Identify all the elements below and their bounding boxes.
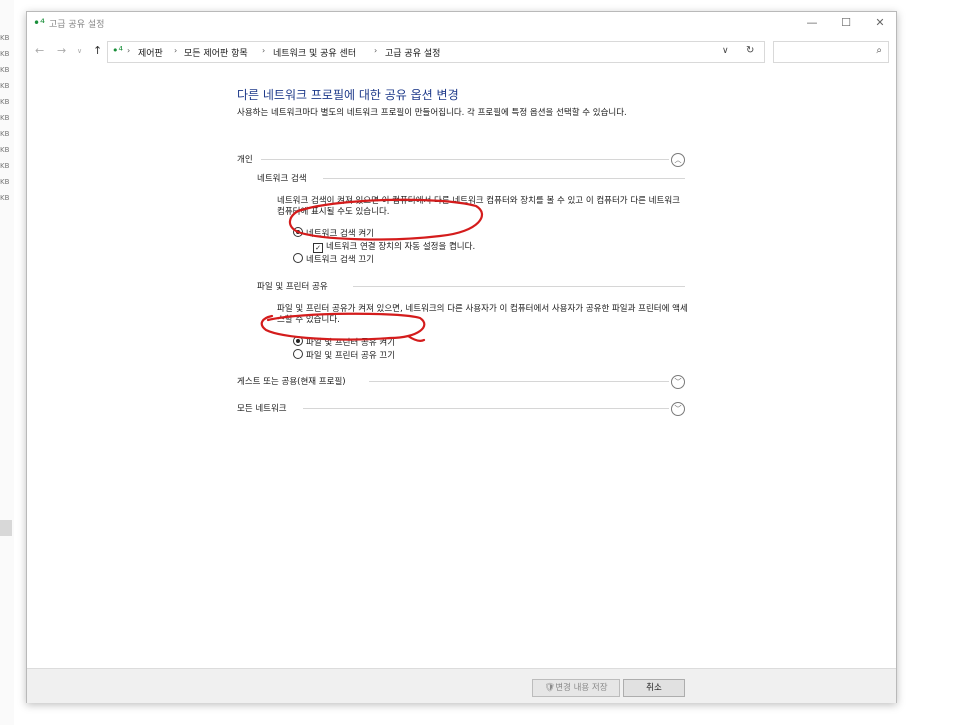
file-sharing-off-option[interactable]: 파일 및 프린터 공유 끄기 <box>293 349 395 361</box>
file-size-label: KB <box>0 50 10 58</box>
breadcrumb-all-items[interactable]: 모든 제어판 항목 <box>184 46 248 59</box>
network-discovery-heading: 네트워크 검색 <box>257 174 307 184</box>
file-size-label: KB <box>0 66 10 74</box>
chevron-down-icon[interactable]: ∨ <box>722 46 729 56</box>
breadcrumb-advanced-sharing[interactable]: 고급 공유 설정 <box>385 46 440 59</box>
section-all-networks-header[interactable]: 모든 네트워크 <box>237 402 287 414</box>
back-arrow-icon[interactable]: ← <box>35 44 44 57</box>
radio-selected-icon[interactable] <box>293 336 303 346</box>
chevron-down-icon[interactable]: ﹀ <box>671 402 685 416</box>
close-button[interactable]: ✕ <box>863 14 897 32</box>
maximize-button[interactable]: ☐ <box>829 14 863 32</box>
file-size-label: KB <box>0 34 10 42</box>
save-changes-label: 변경 내용 저장 <box>555 683 608 693</box>
breadcrumb-network-center[interactable]: 네트워크 및 공유 센터 <box>273 46 356 59</box>
file-size-label: KB <box>0 130 10 138</box>
auto-setup-label: 네트워크 연결 장치의 자동 설정을 켭니다. <box>326 242 476 252</box>
file-size-label: KB <box>0 194 10 202</box>
radio-unselected-icon[interactable] <box>293 349 303 359</box>
file-size-label: KB <box>0 98 10 106</box>
background-file-list: KB KB KB KB KB KB KB KB KB KB KB <box>0 0 14 725</box>
window-title: 고급 공유 설정 <box>49 20 105 30</box>
up-arrow-icon[interactable]: ↑ <box>93 44 102 57</box>
network-icon: •⁴ <box>112 44 123 57</box>
checkbox-checked-icon[interactable]: ✓ <box>313 243 323 253</box>
shield-icon: 🛡 <box>544 683 556 693</box>
chevron-down-icon[interactable]: ﹀ <box>671 375 685 389</box>
file-sharing-off-label: 파일 및 프린터 공유 끄기 <box>306 351 396 361</box>
navigation-bar: ← → ∨ ↑ •⁴ › 제어판 › 모든 제어판 항목 › 네트워크 및 공유… <box>27 39 896 65</box>
subsection-divider <box>323 178 685 179</box>
section-divider <box>369 381 669 382</box>
network-discovery-description: 네트워크 검색이 켜져 있으면 이 컴퓨터에서 다른 네트워크 컴퓨터와 장치를… <box>277 196 680 217</box>
cancel-button[interactable]: 취소 <box>623 679 685 697</box>
section-divider <box>261 159 669 160</box>
address-bar[interactable]: •⁴ › 제어판 › 모든 제어판 항목 › 네트워크 및 공유 센터 › 고급… <box>107 41 765 63</box>
section-divider <box>303 408 669 409</box>
advanced-sharing-window: •⁴ 고급 공유 설정 — ☐ ✕ ← → ∨ ↑ •⁴ › 제어판 › 모든 … <box>26 11 897 703</box>
title-bar[interactable]: •⁴ 고급 공유 설정 — ☐ ✕ <box>27 12 896 34</box>
footer-bar: 🛡변경 내용 저장 취소 <box>27 668 896 703</box>
forward-arrow-icon[interactable]: → <box>57 44 66 57</box>
recent-locations-chevron-icon[interactable]: ∨ <box>77 47 82 55</box>
section-private-header[interactable]: 개인 <box>237 153 253 165</box>
file-printer-sharing-heading: 파일 및 프린터 공유 <box>257 282 328 292</box>
minimize-button[interactable]: — <box>795 14 829 32</box>
auto-setup-checkbox-option[interactable]: ✓ 네트워크 연결 장치의 자동 설정을 켭니다. <box>313 240 475 253</box>
network-icon: •⁴ <box>33 16 45 30</box>
breadcrumb-separator: › <box>174 46 178 55</box>
file-size-label: KB <box>0 82 10 90</box>
file-printer-sharing-description: 파일 및 프린터 공유가 켜져 있으면, 네트워크의 다른 사용자가 이 컴퓨터… <box>277 304 688 325</box>
page-title: 다른 네트워크 프로필에 대한 공유 옵션 변경 <box>237 88 459 102</box>
search-input[interactable]: ⌕ <box>773 41 889 63</box>
file-size-label: KB <box>0 114 10 122</box>
background-scrollbar-thumb[interactable] <box>0 520 12 536</box>
save-changes-button[interactable]: 🛡변경 내용 저장 <box>532 679 620 697</box>
network-discovery-on-label: 네트워크 검색 켜기 <box>306 229 374 239</box>
search-icon: ⌕ <box>876 45 882 56</box>
radio-selected-icon[interactable] <box>293 227 303 237</box>
chevron-up-icon[interactable]: ︿ <box>671 153 685 167</box>
breadcrumb-separator: › <box>374 46 378 55</box>
breadcrumb-separator: › <box>127 46 131 55</box>
subsection-divider <box>353 286 685 287</box>
page-description: 사용하는 네트워크마다 별도의 네트워크 프로필이 만들어집니다. 각 프로필에… <box>237 108 627 118</box>
file-sharing-on-option[interactable]: 파일 및 프린터 공유 켜기 <box>293 336 395 348</box>
network-discovery-off-option[interactable]: 네트워크 검색 끄기 <box>293 253 374 265</box>
network-discovery-off-label: 네트워크 검색 끄기 <box>306 255 374 265</box>
breadcrumb-separator: › <box>262 46 266 55</box>
file-sharing-on-label: 파일 및 프린터 공유 켜기 <box>306 338 396 348</box>
refresh-icon[interactable]: ↻ <box>746 45 754 56</box>
radio-unselected-icon[interactable] <box>293 253 303 263</box>
file-size-label: KB <box>0 162 10 170</box>
file-size-label: KB <box>0 178 10 186</box>
section-guest-public-header[interactable]: 게스트 또는 공용(현재 프로필) <box>237 375 346 387</box>
network-discovery-on-option[interactable]: 네트워크 검색 켜기 <box>293 227 374 239</box>
file-size-label: KB <box>0 146 10 154</box>
breadcrumb-control-panel[interactable]: 제어판 <box>138 46 163 59</box>
